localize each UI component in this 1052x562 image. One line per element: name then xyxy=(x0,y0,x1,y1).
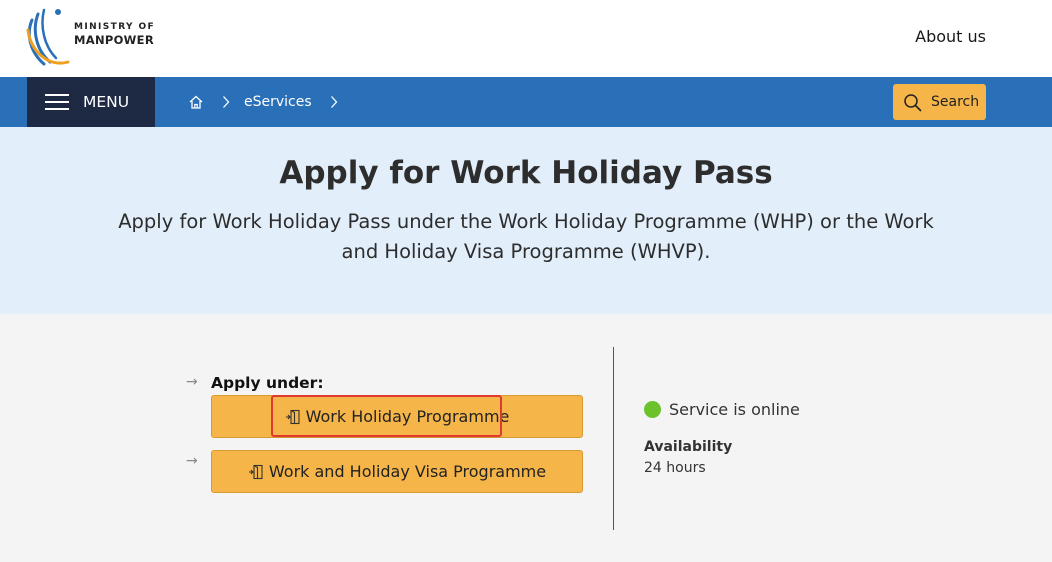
chevron-right-icon xyxy=(222,95,230,109)
page-title: Apply for Work Holiday Pass xyxy=(279,155,773,191)
hamburger-icon xyxy=(45,94,69,110)
breadcrumb-eservices[interactable]: eServices xyxy=(244,94,312,110)
online-status-dot-icon xyxy=(644,401,661,418)
availability-value: 24 hours xyxy=(644,460,706,476)
mom-logo[interactable]: MINISTRY OF MANPOWER xyxy=(24,6,164,68)
page-subtitle: Apply for Work Holiday Pass under the Wo… xyxy=(118,210,934,263)
main-content: → Apply under: Work Holiday Programme → … xyxy=(0,314,1052,562)
home-icon[interactable] xyxy=(188,94,204,110)
mom-logo-mark-icon xyxy=(26,8,70,66)
document-exit-icon xyxy=(285,409,301,425)
hero-banner: Apply for Work Holiday Pass Apply for Wo… xyxy=(0,127,1052,314)
about-us-link[interactable]: About us xyxy=(915,27,986,46)
service-status: Service is online xyxy=(644,400,800,419)
work-and-holiday-visa-programme-label: Work and Holiday Visa Programme xyxy=(268,462,547,481)
availability-label: Availability xyxy=(644,439,733,455)
menu-button[interactable]: MENU xyxy=(27,77,155,127)
work-holiday-programme-label: Work Holiday Programme xyxy=(305,407,510,426)
breadcrumb: eServices xyxy=(188,77,352,127)
chevron-right-icon xyxy=(330,95,338,109)
site-header: MINISTRY OF MANPOWER About us xyxy=(0,0,1052,77)
document-exit-icon xyxy=(248,464,264,480)
nav-bar: MENU eServices Search xyxy=(0,77,1052,127)
work-and-holiday-visa-programme-button[interactable]: Work and Holiday Visa Programme xyxy=(211,450,583,493)
menu-label: MENU xyxy=(83,93,130,111)
logo-line-manpower: MANPOWER xyxy=(74,33,154,47)
logo-line-ministry: MINISTRY OF xyxy=(74,22,156,32)
work-holiday-programme-button[interactable]: Work Holiday Programme xyxy=(211,395,583,438)
vertical-divider xyxy=(613,347,614,530)
search-label: Search xyxy=(931,94,980,110)
apply-under-label: Apply under: xyxy=(211,374,324,392)
search-icon xyxy=(904,93,922,111)
arrow-right-icon: → xyxy=(186,453,198,469)
arrow-right-icon: → xyxy=(186,374,198,390)
service-status-text: Service is online xyxy=(669,400,800,419)
search-button[interactable]: Search xyxy=(893,84,986,120)
